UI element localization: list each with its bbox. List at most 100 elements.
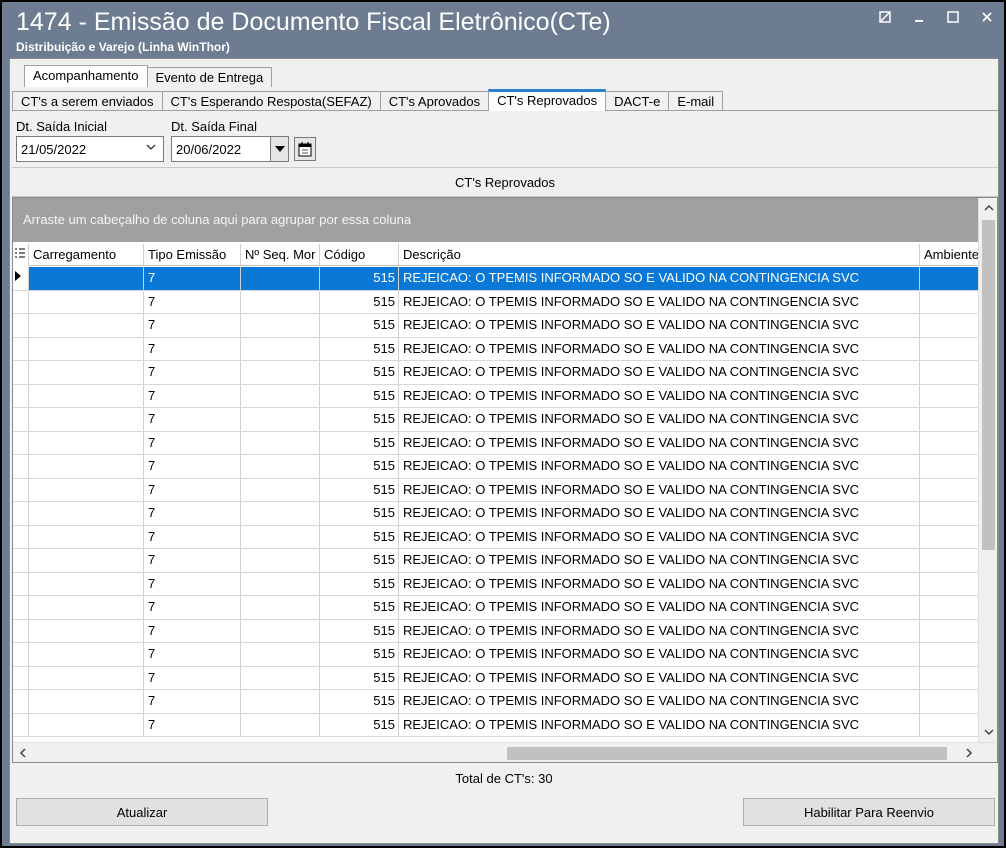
cell-seq-mor[interactable]: [241, 337, 320, 360]
horizontal-scrollbar[interactable]: [13, 742, 997, 762]
cell-seq-mor[interactable]: [241, 361, 320, 384]
tab-cts-esperando-resposta[interactable]: CT's Esperando Resposta(SEFAZ): [161, 91, 381, 111]
row-indicator[interactable]: [13, 619, 29, 642]
cell-descricao[interactable]: REJEICAO: O TPEMIS INFORMADO SO E VALIDO…: [399, 549, 920, 572]
cell-tipo-emissao[interactable]: 7: [144, 384, 241, 407]
cell-descricao[interactable]: REJEICAO: O TPEMIS INFORMADO SO E VALIDO…: [399, 455, 920, 478]
column-header-carregamento[interactable]: Carregamento: [29, 244, 144, 266]
cell-ambiente[interactable]: [920, 549, 979, 572]
cell-descricao[interactable]: REJEICAO: O TPEMIS INFORMADO SO E VALIDO…: [399, 478, 920, 501]
cell-ambiente[interactable]: [920, 714, 979, 737]
cell-ambiente[interactable]: [920, 267, 979, 290]
cell-codigo[interactable]: 515: [320, 502, 399, 525]
table-row[interactable]: 7 515 REJEICAO: O TPEMIS INFORMADO SO E VA…: [13, 408, 979, 432]
cell-tipo-emissao[interactable]: 7: [144, 549, 241, 572]
cell-tipo-emissao[interactable]: 7: [144, 314, 241, 337]
cell-seq-mor[interactable]: [241, 666, 320, 689]
table-row[interactable]: 7 515 REJEICAO: O TPEMIS INFORMADO SO E VA…: [13, 502, 979, 526]
cell-carregamento[interactable]: [29, 502, 144, 525]
cell-tipo-emissao[interactable]: 7: [144, 361, 241, 384]
cell-carregamento[interactable]: [29, 361, 144, 384]
cell-ambiente[interactable]: [920, 455, 979, 478]
table-row[interactable]: 7 515 REJEICAO: O TPEMIS INFORMADO SO E VA…: [13, 478, 979, 502]
cell-codigo[interactable]: 515: [320, 572, 399, 595]
calendar-icon[interactable]: [294, 137, 316, 161]
cell-codigo[interactable]: 515: [320, 549, 399, 572]
cell-tipo-emissao[interactable]: 7: [144, 666, 241, 689]
cell-ambiente[interactable]: [920, 690, 979, 713]
cell-ambiente[interactable]: [920, 385, 979, 408]
cell-carregamento[interactable]: [29, 596, 144, 619]
row-indicator[interactable]: [13, 455, 29, 478]
row-indicator[interactable]: [13, 408, 29, 431]
table-row[interactable]: 7 515 REJEICAO: O TPEMIS INFORMADO SO E VA…: [13, 431, 979, 455]
scroll-left-icon[interactable]: [13, 743, 32, 762]
cell-descricao[interactable]: REJEICAO: O TPEMIS INFORMADO SO E VALIDO…: [399, 525, 920, 548]
column-header-ambiente[interactable]: Ambiente: [920, 244, 979, 266]
cell-seq-mor[interactable]: [241, 290, 320, 313]
cell-codigo[interactable]: 515: [320, 478, 399, 501]
cell-carregamento[interactable]: [29, 619, 144, 642]
chevron-down-icon[interactable]: [145, 141, 157, 156]
cell-descricao[interactable]: REJEICAO: O TPEMIS INFORMADO SO E VALIDO…: [399, 572, 920, 595]
minimize-icon[interactable]: [910, 8, 928, 26]
cell-codigo[interactable]: 515: [320, 290, 399, 313]
cell-seq-mor[interactable]: [241, 596, 320, 619]
cell-descricao[interactable]: REJEICAO: O TPEMIS INFORMADO SO E VALIDO…: [399, 502, 920, 525]
scroll-up-icon[interactable]: [979, 198, 997, 218]
cell-ambiente[interactable]: [920, 338, 979, 361]
cell-tipo-emissao[interactable]: 7: [144, 290, 241, 313]
row-indicator[interactable]: [13, 549, 29, 572]
cell-descricao[interactable]: REJEICAO: O TPEMIS INFORMADO SO E VALIDO…: [399, 408, 920, 431]
cell-carregamento[interactable]: [29, 690, 144, 713]
cell-ambiente[interactable]: [920, 408, 979, 431]
cell-codigo[interactable]: 515: [320, 314, 399, 337]
cell-descricao[interactable]: REJEICAO: O TPEMIS INFORMADO SO E VALIDO…: [399, 596, 920, 619]
cell-ambiente[interactable]: [920, 620, 979, 643]
cell-seq-mor[interactable]: [241, 713, 320, 736]
close-icon[interactable]: [978, 8, 996, 26]
cell-carregamento[interactable]: [29, 572, 144, 595]
table-row[interactable]: 7 515 REJEICAO: O TPEMIS INFORMADO SO E VA…: [13, 713, 979, 737]
tab-cts-a-serem-enviados[interactable]: CT's a serem enviados: [12, 91, 163, 111]
row-indicator[interactable]: [13, 361, 29, 384]
maximize-icon[interactable]: [944, 8, 962, 26]
cell-codigo[interactable]: 515: [320, 619, 399, 642]
tab-evento-de-entrega[interactable]: Evento de Entrega: [146, 67, 273, 87]
cell-ambiente[interactable]: [920, 502, 979, 525]
cell-descricao[interactable]: REJEICAO: O TPEMIS INFORMADO SO E VALIDO…: [399, 314, 920, 337]
cell-codigo[interactable]: 515: [320, 361, 399, 384]
cell-carregamento[interactable]: [29, 408, 144, 431]
cell-ambiente[interactable]: [920, 314, 979, 337]
cell-carregamento[interactable]: [29, 525, 144, 548]
cell-codigo[interactable]: 515: [320, 408, 399, 431]
group-by-area[interactable]: Arraste um cabeçalho de coluna aqui para…: [13, 198, 979, 242]
cell-tipo-emissao[interactable]: 7: [144, 713, 241, 736]
cell-carregamento[interactable]: [29, 267, 144, 290]
cell-seq-mor[interactable]: [241, 431, 320, 454]
restore-icon[interactable]: [876, 8, 894, 26]
horizontal-scroll-thumb[interactable]: [507, 747, 947, 760]
cell-ambiente[interactable]: [920, 643, 979, 666]
column-header-codigo[interactable]: Código: [320, 244, 399, 266]
row-indicator[interactable]: [13, 384, 29, 407]
table-row[interactable]: 7 515 REJEICAO: O TPEMIS INFORMADO SO E VA…: [13, 361, 979, 385]
table-row[interactable]: 7 515 REJEICAO: O TPEMIS INFORMADO SO E VA…: [13, 525, 979, 549]
cell-descricao[interactable]: REJEICAO: O TPEMIS INFORMADO SO E VALIDO…: [399, 267, 920, 290]
cell-descricao[interactable]: REJEICAO: O TPEMIS INFORMADO SO E VALIDO…: [399, 690, 920, 713]
cell-tipo-emissao[interactable]: 7: [144, 690, 241, 713]
cell-carregamento[interactable]: [29, 314, 144, 337]
table-row[interactable]: 7 515 REJEICAO: O TPEMIS INFORMADO SO E VA…: [13, 596, 979, 620]
cell-descricao[interactable]: REJEICAO: O TPEMIS INFORMADO SO E VALIDO…: [399, 666, 920, 689]
cell-carregamento[interactable]: [29, 431, 144, 454]
table-row[interactable]: 7 515 REJEICAO: O TPEMIS INFORMADO SO E VA…: [13, 267, 979, 291]
column-header-seq-mor[interactable]: Nº Seq. Mor: [241, 244, 320, 266]
cell-codigo[interactable]: 515: [320, 690, 399, 713]
cell-seq-mor[interactable]: [241, 690, 320, 713]
cell-carregamento[interactable]: [29, 337, 144, 360]
row-indicator[interactable]: [13, 290, 29, 313]
cell-carregamento[interactable]: [29, 384, 144, 407]
row-indicator[interactable]: [13, 690, 29, 713]
refresh-button[interactable]: Atualizar: [16, 798, 268, 826]
cell-descricao[interactable]: REJEICAO: O TPEMIS INFORMADO SO E VALIDO…: [399, 384, 920, 407]
